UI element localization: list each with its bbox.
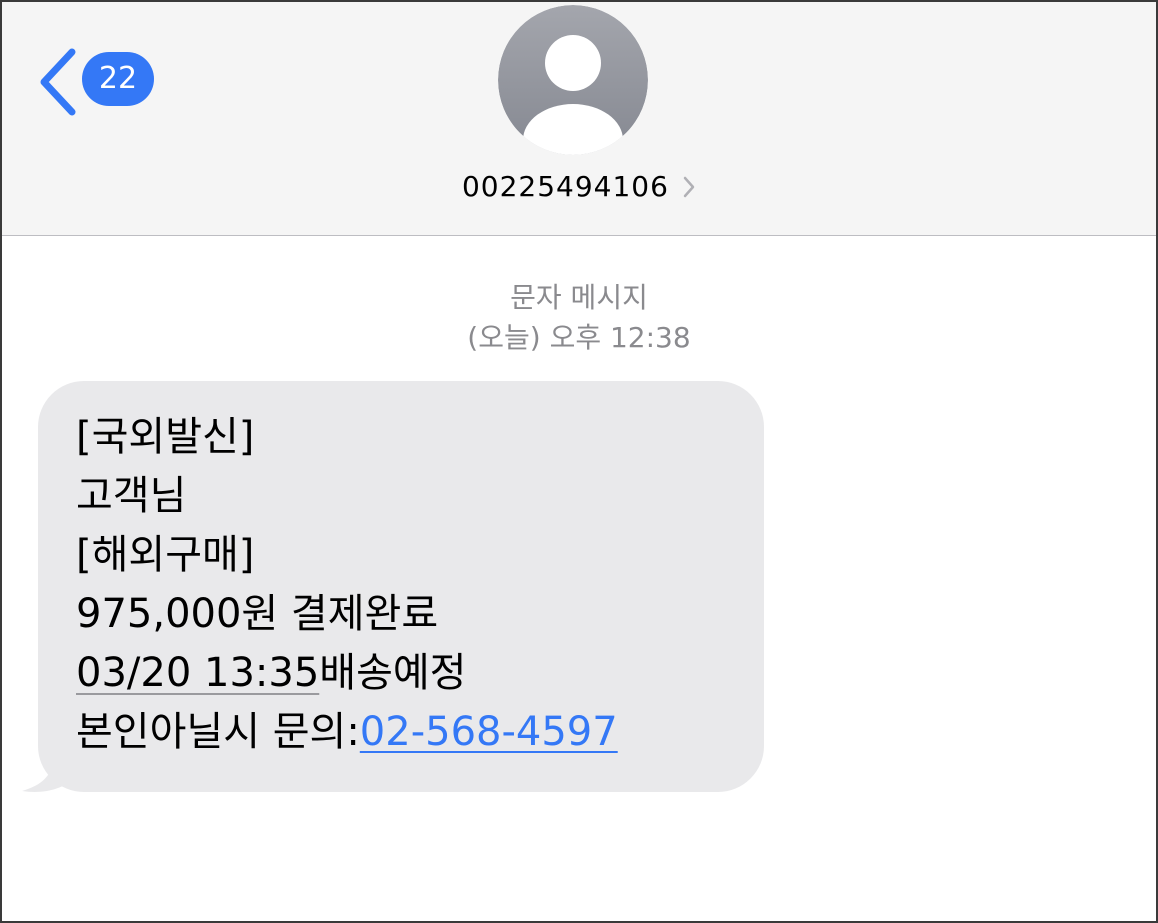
message-type-label: 문자 메시지 [510,281,648,314]
conversation-header: 22 00225494106 [2,2,1156,236]
message-line: 03/20 13:35배송예정 [76,644,764,703]
date-link[interactable]: 03/20 13:35 [76,650,319,696]
unread-count-badge: 22 [82,52,154,106]
person-icon [498,5,648,155]
chevron-left-icon [40,48,76,116]
message-line: 고객님 [76,473,187,519]
message-line: [해외구매] [76,532,255,578]
contact-name-button[interactable]: 00225494106 [2,170,1156,203]
contact-number: 00225494106 [461,170,669,203]
message-text: 배송예정 [319,650,467,696]
contact-avatar[interactable] [498,5,648,155]
back-button[interactable]: 22 [32,44,162,120]
message-screen: 22 00225494106 문자 메시지 (오늘) 오후 12:38 [국외발… [0,0,1158,923]
message-meta: 문자 메시지 (오늘) 오후 12:38 [2,278,1156,358]
message-timestamp: (오늘) 오후 12:38 [467,321,691,354]
chevron-right-icon [683,176,695,197]
message-line: 975,000원 결제완료 [76,591,439,637]
phone-number-link[interactable]: 02-568-4597 [360,709,618,755]
message-line: [국외발신] [76,414,255,460]
message-text: 본인아닐시 문의: [76,709,360,755]
message-bubble[interactable]: [국외발신] 고객님 [해외구매] 975,000원 결제완료 03/20 13… [38,381,764,792]
message-line: 본인아닐시 문의:02-568-4597 [76,703,764,762]
